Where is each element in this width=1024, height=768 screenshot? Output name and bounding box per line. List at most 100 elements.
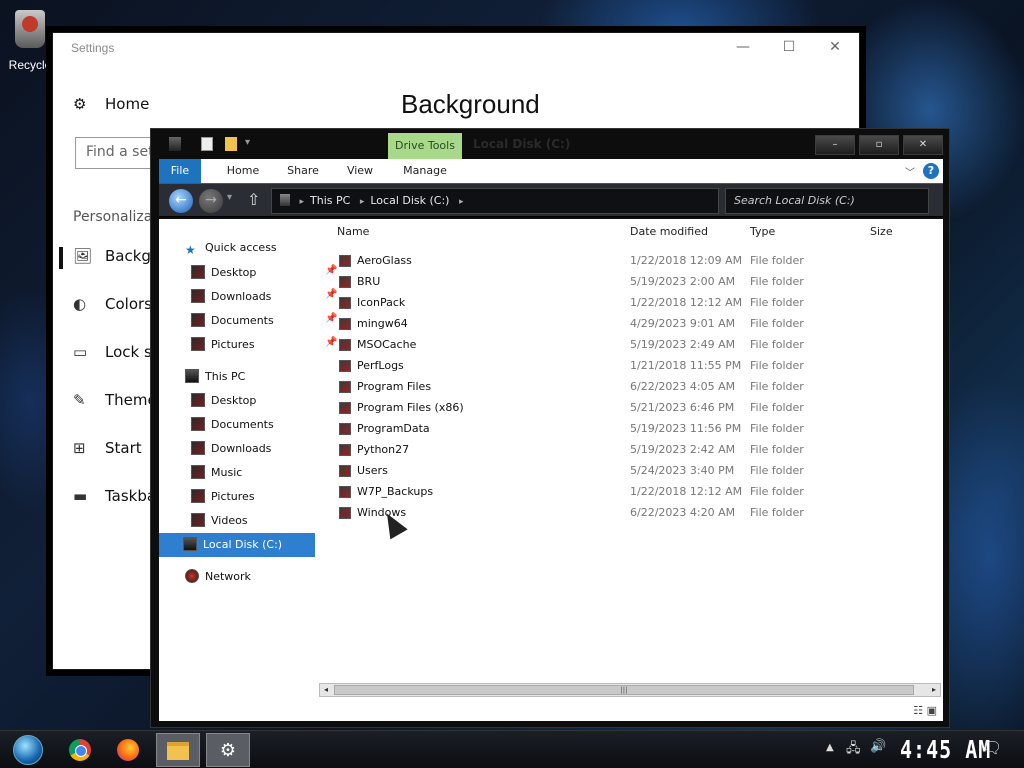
- settings-titlebar[interactable]: Settings — ☐ ✕: [53, 33, 859, 63]
- breadcrumb-this-pc[interactable]: This PC: [310, 194, 350, 207]
- nav-quick-documents[interactable]: Documents 📌: [191, 313, 337, 327]
- column-header-type[interactable]: Type: [750, 225, 775, 238]
- folder-icon: [339, 444, 351, 456]
- tab-view[interactable]: View: [343, 159, 377, 183]
- settings-title: Settings: [71, 41, 115, 55]
- videos-folder-icon: [191, 513, 205, 527]
- nav-local-disk-selected[interactable]: Local Disk (C:): [159, 533, 315, 557]
- help-icon[interactable]: ?: [923, 163, 939, 179]
- start-button[interactable]: [6, 733, 50, 767]
- network-tray-icon[interactable]: 🖧: [846, 739, 861, 761]
- tab-file[interactable]: File: [159, 159, 201, 183]
- folder-icon: [339, 276, 351, 288]
- recent-locations-chevron-icon[interactable]: ▾: [227, 192, 232, 203]
- taskbar-firefox[interactable]: [106, 733, 150, 767]
- breadcrumb-local-disk[interactable]: Local Disk (C:): [370, 194, 449, 207]
- column-header-size[interactable]: Size: [870, 225, 893, 238]
- nav-pc-documents[interactable]: Documents: [191, 417, 274, 431]
- details-view-icon[interactable]: ☷: [913, 704, 923, 717]
- nav-item-label: Colors: [105, 295, 152, 313]
- table-row[interactable]: PerfLogs 1/21/2018 11:55 PM File folder: [337, 356, 937, 376]
- properties-icon[interactable]: [201, 137, 213, 151]
- table-row[interactable]: AeroGlass 1/22/2018 12:09 AM File folder: [337, 251, 937, 271]
- search-input[interactable]: Search Local Disk (C:): [725, 188, 929, 214]
- table-row[interactable]: IconPack 1/22/2018 12:12 AM File folder: [337, 293, 937, 313]
- nav-item-colors[interactable]: ◐ Colors: [73, 295, 152, 313]
- explorer-titlebar[interactable]: ▾ Drive Tools Local Disk (C:) – ▫ ✕: [151, 129, 949, 159]
- taskbar-chrome[interactable]: [58, 733, 102, 767]
- recycle-bin-label: Recycle: [8, 58, 52, 72]
- nav-quick-pictures[interactable]: Pictures 📌: [191, 337, 337, 351]
- table-row[interactable]: MSOCache 5/19/2023 2:49 AM File folder: [337, 335, 937, 355]
- scroll-right-arrow-icon[interactable]: ▸: [928, 684, 940, 696]
- action-center-icon[interactable]: 🗨: [982, 738, 1002, 757]
- nav-pc-desktop[interactable]: Desktop: [191, 393, 256, 407]
- close-button[interactable]: ✕: [815, 39, 855, 55]
- nav-quick-downloads[interactable]: Downloads 📌: [191, 289, 337, 303]
- volume-icon[interactable]: 🔊: [870, 739, 886, 754]
- nav-network[interactable]: Network: [185, 569, 251, 583]
- nav-label: Pictures: [211, 338, 255, 351]
- maximize-button[interactable]: ▫: [859, 135, 899, 155]
- address-bar[interactable]: ▸ This PC ▸ Local Disk (C:) ▸: [271, 188, 719, 214]
- table-row[interactable]: BRU 5/19/2023 2:00 AM File folder: [337, 272, 937, 292]
- table-row[interactable]: Windows 6/22/2023 4:20 AM File folder: [337, 503, 937, 523]
- table-row[interactable]: W7P_Backups 1/22/2018 12:12 AM File folder: [337, 482, 937, 502]
- nav-pc-downloads[interactable]: Downloads: [191, 441, 271, 455]
- large-icons-view-icon[interactable]: ▣: [927, 704, 937, 717]
- new-folder-icon[interactable]: [225, 137, 237, 151]
- nav-item-start[interactable]: ⊞ Start: [73, 439, 142, 457]
- clock[interactable]: 4:45 AM: [900, 734, 991, 764]
- ribbon-expand-chevron-icon[interactable]: ﹀: [905, 164, 915, 179]
- nav-pc-music[interactable]: Music: [191, 465, 242, 479]
- customize-qat-icon[interactable]: ▾: [245, 137, 250, 148]
- nav-pc-videos[interactable]: Videos: [191, 513, 248, 527]
- taskbar-file-explorer[interactable]: [156, 733, 200, 767]
- show-hidden-icons-chevron-icon[interactable]: ▲: [826, 742, 834, 753]
- nav-item-themes[interactable]: ✎ Theme: [73, 391, 157, 409]
- pictures-folder-icon: [191, 337, 205, 351]
- horizontal-scrollbar[interactable]: ◂ ||| ▸: [319, 683, 941, 697]
- recycle-bin-shortcut[interactable]: Recycle: [6, 10, 54, 72]
- up-button[interactable]: ⇧: [247, 190, 260, 209]
- file-date: 1/22/2018 12:12 AM: [630, 296, 743, 309]
- file-name: Python27: [357, 443, 410, 456]
- scroll-left-arrow-icon[interactable]: ◂: [320, 684, 332, 696]
- back-button[interactable]: ←: [169, 189, 193, 213]
- nav-quick-desktop[interactable]: Desktop 📌: [191, 265, 337, 279]
- nav-item-taskbar[interactable]: ▬ Taskba: [73, 487, 156, 505]
- tab-home[interactable]: Home: [223, 159, 263, 183]
- tab-manage[interactable]: Manage: [395, 159, 455, 183]
- nav-item-label: Theme: [105, 391, 157, 409]
- nav-item-background[interactable]: 🖼 Backgr: [58, 247, 157, 269]
- drive-icon: [280, 194, 290, 206]
- column-header-date-modified[interactable]: Date modified: [630, 225, 708, 238]
- table-row[interactable]: Python27 5/19/2023 2:42 AM File folder: [337, 440, 937, 460]
- start-icon: ⊞: [73, 439, 86, 457]
- table-row[interactable]: Program Files 6/22/2023 4:05 AM File folde…: [337, 377, 937, 397]
- tab-share[interactable]: Share: [281, 159, 325, 183]
- table-row[interactable]: mingw64 4/29/2023 9:01 AM File folder: [337, 314, 937, 334]
- file-type: File folder: [750, 422, 804, 435]
- table-row[interactable]: ProgramData 5/19/2023 11:56 PM File folder: [337, 419, 937, 439]
- forward-button[interactable]: →: [199, 189, 223, 213]
- close-button[interactable]: ✕: [903, 135, 943, 155]
- nav-item-lock-screen[interactable]: ▭ Lock sc: [73, 343, 160, 361]
- table-row[interactable]: Users 5/24/2023 3:40 PM File folder: [337, 461, 937, 481]
- scrollbar-thumb[interactable]: |||: [334, 685, 914, 695]
- minimize-button[interactable]: –: [815, 135, 855, 155]
- maximize-button[interactable]: ☐: [769, 39, 809, 55]
- nav-this-pc[interactable]: This PC: [185, 369, 245, 383]
- nav-quick-access[interactable]: ★ Quick access: [185, 241, 277, 257]
- table-row[interactable]: Program Files (x86) 5/21/2023 6:46 PM File…: [337, 398, 937, 418]
- file-date: 1/21/2018 11:55 PM: [630, 359, 742, 372]
- folder-icon: [339, 486, 351, 498]
- taskbar-settings[interactable]: ⚙: [206, 733, 250, 767]
- nav-pc-pictures[interactable]: Pictures: [191, 489, 255, 503]
- view-toggle: ☷ ▣: [913, 704, 937, 717]
- minimize-button[interactable]: —: [723, 39, 763, 55]
- nav-label: Documents: [211, 314, 274, 327]
- home-nav-item[interactable]: ⚙ Home: [73, 95, 149, 113]
- star-icon: ★: [185, 243, 196, 257]
- column-header-name[interactable]: Name: [337, 225, 369, 238]
